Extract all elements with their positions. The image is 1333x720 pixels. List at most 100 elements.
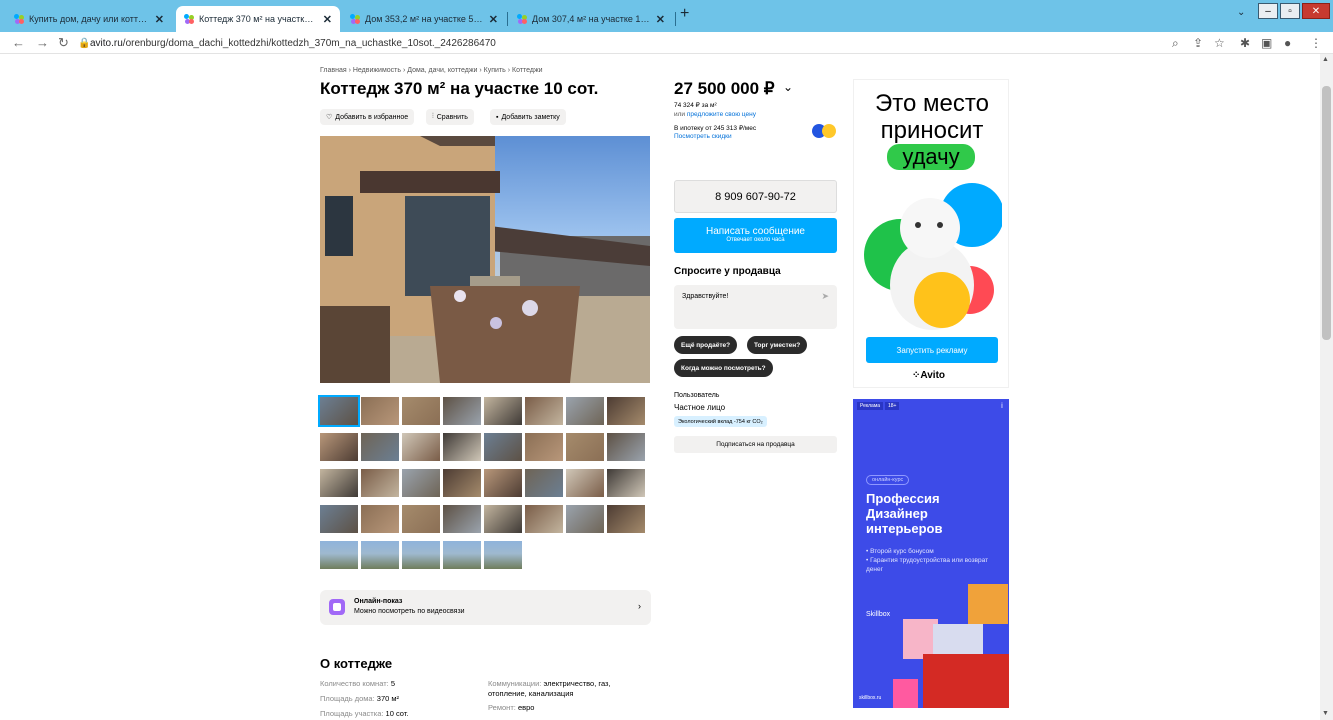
ad-info-icon[interactable]: ⅰ <box>1001 402 1003 410</box>
photo-thumbnail[interactable] <box>402 433 440 461</box>
forward-arrow-icon[interactable]: → <box>36 35 49 50</box>
main-photo[interactable] <box>320 136 650 383</box>
tab-close-icon[interactable]: ✕ <box>155 13 164 26</box>
bookmark-star-icon[interactable]: ☆ <box>1214 36 1225 50</box>
address-url[interactable]: avito.ru/orenburg/doma_dachi_kottedzhi/k… <box>90 38 496 49</box>
photo-thumbnail[interactable] <box>361 505 399 533</box>
quick-question-chip[interactable]: Торг уместен? <box>747 336 808 354</box>
breadcrumb[interactable]: Главная › Недвижимость › Дома, дачи, кот… <box>320 67 543 74</box>
seller-name[interactable]: Частное лицо <box>674 403 725 412</box>
discounts-link[interactable]: Посмотреть скидки <box>674 133 732 140</box>
online-show-card[interactable]: Онлайн-показ Можно посмотреть по видеосв… <box>320 590 651 625</box>
ad-label: Реклама <box>857 402 884 410</box>
photo-thumbnail[interactable] <box>525 505 563 533</box>
photo-thumbnail[interactable] <box>320 541 358 569</box>
photo-thumbnail[interactable] <box>525 433 563 461</box>
photo-thumbnail[interactable] <box>402 541 440 569</box>
photo-thumbnail[interactable] <box>443 433 481 461</box>
browser-tab-3[interactable]: Дом 353,2 м² на участке 5 сот. - ✕ <box>342 6 506 32</box>
skillbox-ad-banner[interactable]: Реклама 18+ ⅰ онлайн-курс Профессия Диза… <box>853 399 1009 708</box>
photo-thumbnail[interactable] <box>607 397 645 425</box>
photo-thumbnail[interactable] <box>607 505 645 533</box>
scroll-down-icon[interactable]: ▼ <box>1322 710 1329 717</box>
photo-thumbnail[interactable] <box>318 395 360 427</box>
photo-thumbnail[interactable] <box>320 433 358 461</box>
photo-thumbnail[interactable] <box>443 397 481 425</box>
photo-thumbnail[interactable] <box>525 397 563 425</box>
reload-icon[interactable]: ↻ <box>58 35 69 51</box>
profile-icon[interactable]: ● <box>1284 36 1291 50</box>
photo-thumbnail[interactable] <box>484 469 522 497</box>
new-tab-button[interactable]: + <box>680 5 689 23</box>
subscribe-button[interactable]: Подписаться на продавца <box>674 436 837 453</box>
photo-thumbnail[interactable] <box>320 469 358 497</box>
photo-thumbnail[interactable] <box>607 469 645 497</box>
price-chevron-icon[interactable]: ⌄ <box>783 80 793 94</box>
scroll-up-icon[interactable]: ▲ <box>1322 56 1329 63</box>
photo-thumbnail[interactable] <box>361 397 399 425</box>
zoom-icon[interactable]: ⌕ <box>1172 36 1179 51</box>
minimize-button[interactable]: – <box>1258 3 1278 19</box>
photo-thumbnail[interactable] <box>566 397 604 425</box>
ask-seller-input[interactable]: Здравствуйте! ➤ <box>674 285 837 329</box>
photo-thumbnail[interactable] <box>566 469 604 497</box>
photo-thumbnail[interactable] <box>443 469 481 497</box>
seller-type: Пользователь <box>674 392 720 399</box>
tab-close-icon[interactable]: ✕ <box>489 13 498 26</box>
url-path: /orenburg/doma_dachi_kottedzhi/kottedzh_… <box>122 38 496 49</box>
photo-thumbnail[interactable] <box>484 541 522 569</box>
photo-thumbnail[interactable] <box>566 505 604 533</box>
tab-close-icon[interactable]: ✕ <box>323 13 332 26</box>
phone-button[interactable]: 8 909 607-90-72 <box>674 180 837 213</box>
tab-separator <box>507 12 508 26</box>
skillbox-url: skillbox.ru <box>859 695 882 701</box>
offer-price-link[interactable]: предложите свою цену <box>687 111 756 118</box>
photo-thumbnail[interactable] <box>443 541 481 569</box>
photo-thumbnail[interactable] <box>402 469 440 497</box>
prop-renovation: Ремонт: евро <box>488 703 535 712</box>
photo-thumbnail[interactable] <box>484 433 522 461</box>
avito-favicon-icon <box>350 14 360 24</box>
page-title: Коттедж 370 м² на участке 10 сот. <box>320 79 599 98</box>
avito-ad-banner[interactable]: Это место приносит удачу Запустить рекла… <box>853 79 1009 388</box>
eco-badge[interactable]: Экологический вклад -754 кг CO₂ <box>674 416 767 427</box>
add-note-button[interactable]: ▪ Добавить заметку <box>490 109 566 125</box>
photo-thumbnail[interactable] <box>484 397 522 425</box>
photo-thumbnail[interactable] <box>361 541 399 569</box>
launch-ad-button[interactable]: Запустить рекламу <box>866 337 998 363</box>
browser-tab-4[interactable]: Дом 307,4 м² на участке 10 сот. ✕ <box>509 6 673 32</box>
quick-question-chip[interactable]: Ещё продаёте? <box>674 336 738 354</box>
photo-thumbnail[interactable] <box>361 433 399 461</box>
sidepanel-icon[interactable]: ▣ <box>1261 36 1272 50</box>
prop-house-area: Площадь дома: 370 м² <box>320 694 400 703</box>
photo-thumbnail[interactable] <box>443 505 481 533</box>
write-message-button[interactable]: Написать сообщение Отвечает около часа <box>674 218 837 253</box>
tab-close-icon[interactable]: ✕ <box>656 13 665 26</box>
back-arrow-icon[interactable]: ← <box>12 35 25 50</box>
scrollbar-thumb[interactable] <box>1322 86 1331 340</box>
compare-label: Сравнить <box>436 113 468 121</box>
tab-search-chevron-icon[interactable]: ⌄ <box>1237 7 1245 18</box>
maximize-button[interactable]: ▫ <box>1280 3 1300 19</box>
photo-thumbnail[interactable] <box>525 469 563 497</box>
photo-thumbnail[interactable] <box>402 397 440 425</box>
quick-question-chip[interactable]: Когда можно посмотреть? <box>674 359 773 377</box>
send-icon[interactable]: ➤ <box>821 291 829 302</box>
photo-thumbnail[interactable] <box>361 469 399 497</box>
add-favorite-button[interactable]: ♡ Добавить в избранное <box>320 109 415 125</box>
photo-thumbnail[interactable] <box>484 505 522 533</box>
ask-seller-heading: Спросите у продавца <box>674 266 781 277</box>
share-icon[interactable]: ⇪ <box>1193 36 1203 50</box>
browser-tab-1[interactable]: Купить дом, дачу или коттедж в ✕ <box>6 6 172 32</box>
window-close-button[interactable]: ✕ <box>1302 3 1330 19</box>
chevron-right-icon: › <box>638 601 641 611</box>
photo-thumbnail[interactable] <box>566 433 604 461</box>
extensions-icon[interactable]: ✱ <box>1240 36 1250 50</box>
prop-rooms: Количество комнат: 5 <box>320 679 395 688</box>
photo-thumbnail[interactable] <box>607 433 645 461</box>
menu-dots-icon[interactable]: ⋮ <box>1310 36 1322 50</box>
photo-thumbnail[interactable] <box>320 505 358 533</box>
photo-thumbnail[interactable] <box>402 505 440 533</box>
compare-button[interactable]: ⫶ Сравнить <box>426 109 474 125</box>
browser-tab-2[interactable]: Коттедж 370 м² на участке 10 со ✕ <box>176 6 340 32</box>
